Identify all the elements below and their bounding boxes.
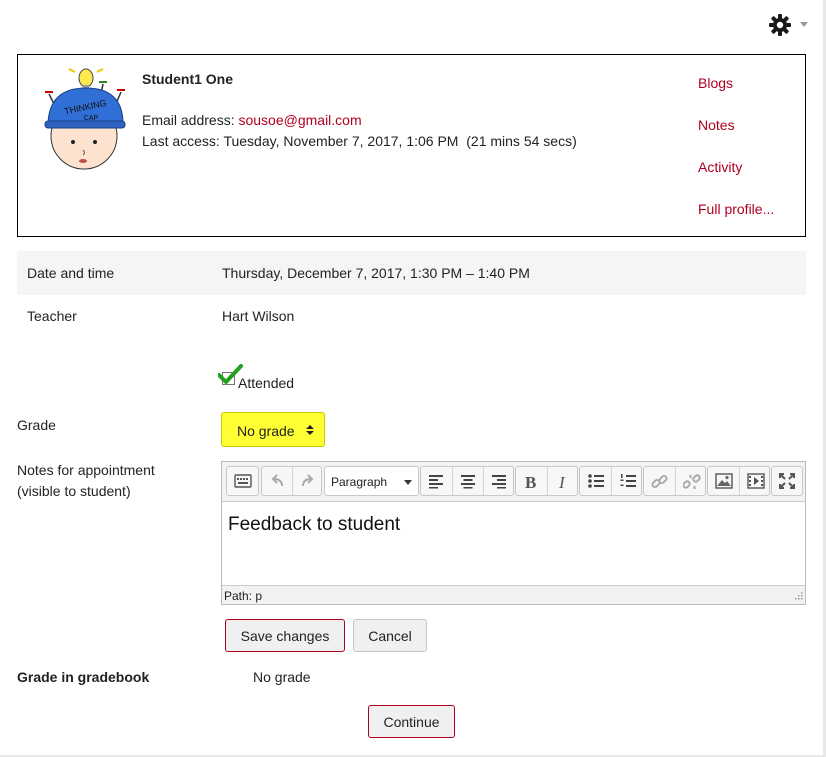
italic-button[interactable]: I [547,467,578,495]
insert-media-button[interactable] [739,467,770,495]
notes-editor: Paragraph B I Feedback to student Path: … [221,461,806,605]
student-name[interactable]: Student1 One [142,71,233,87]
bold-icon: B [525,473,536,491]
full-profile-link[interactable]: Full profile... [698,201,774,217]
align-left-icon [429,475,443,489]
editor-toolbar: Paragraph B I [222,462,805,502]
last-access-text: Last access: Tuesday, November 7, 2017, … [142,133,577,149]
editor-content[interactable]: Feedback to student [222,503,805,585]
toolbar-group-fullscreen [771,466,803,496]
editor-path-bar: Path: p [222,585,805,604]
redo-button[interactable] [292,467,323,495]
avatar: THINKING CAP [44,68,126,170]
toggle-toolbar-button[interactable] [227,467,258,495]
paragraph-format-value: Paragraph [331,475,388,489]
editor-path: Path: p [224,589,263,603]
gradebook-label: Grade in gradebook [17,669,150,685]
fullscreen-icon [779,473,795,489]
toolbar-group-lists [579,466,642,496]
attended-checkbox[interactable]: Attended [218,364,308,391]
unlink-icon [683,474,701,490]
undo-icon [271,474,283,487]
grade-select[interactable]: No grade [221,412,325,447]
grade-select-value: No grade [237,423,295,439]
align-center-icon [461,475,475,489]
bullet-list-button[interactable] [580,467,611,495]
image-icon [715,473,733,489]
gear-icon [769,14,791,36]
email-link[interactable]: sousoe@gmail.com [238,112,361,128]
date-time-value: Thursday, December 7, 2017, 1:30 PM – 1:… [222,265,530,281]
notes-link[interactable]: Notes [698,117,735,133]
align-right-button[interactable] [483,467,514,495]
undo-button[interactable] [262,467,293,495]
teacher-value: Hart Wilson [222,308,295,324]
toolbar-group-links [643,466,706,496]
toolbar-group-collapse [226,466,259,496]
toolbar-group-history [261,466,322,496]
italic-icon: I [558,473,566,491]
avatar-caption-sub: CAP [84,115,99,122]
keyboard-icon [234,474,252,488]
date-time-label: Date and time [27,265,115,281]
activity-link[interactable]: Activity [698,159,742,175]
resize-grip-icon[interactable] [792,591,803,602]
toolbar-group-align [420,466,514,496]
notes-label-line1: Notes for appointment [17,462,155,478]
notes-label-line2: (visible to student) [17,483,131,499]
email-label: Email address: [142,112,239,128]
fullscreen-button[interactable] [772,467,803,495]
attended-label: Attended [238,375,295,391]
select-arrows-icon [306,425,314,435]
settings-menu-button[interactable] [768,13,814,37]
save-changes-button[interactable]: Save changes [225,619,345,652]
link-button[interactable] [644,467,675,495]
teacher-label: Teacher [27,308,77,324]
gradebook-value: No grade [253,669,311,685]
align-right-icon [492,475,506,489]
cancel-button[interactable]: Cancel [353,619,427,652]
align-left-button[interactable] [421,467,452,495]
bullet-list-icon [588,474,604,488]
align-center-button[interactable] [452,467,483,495]
numbered-list-button[interactable] [611,467,642,495]
paragraph-format-select[interactable]: Paragraph [324,466,419,496]
link-icon [651,474,668,489]
grade-label: Grade [17,417,56,433]
media-icon [747,473,765,489]
notes-label: Notes for appointment (visible to studen… [17,460,155,502]
svg-text:B: B [525,473,536,491]
blogs-link[interactable]: Blogs [698,75,733,91]
chevron-down-icon [404,480,412,485]
chevron-down-icon [800,22,808,27]
unlink-button[interactable] [675,467,706,495]
numbered-list-icon [620,474,636,487]
toolbar-group-media [707,466,770,496]
bold-button[interactable]: B [516,467,547,495]
svg-text:I: I [558,473,566,491]
editor-text: Feedback to student [228,514,401,535]
date-time-row: Date and time Thursday, December 7, 2017… [17,251,806,295]
email-row: Email address: sousoe@gmail.com [142,112,362,128]
continue-button[interactable]: Continue [368,705,455,738]
teacher-row: Teacher Hart Wilson [17,294,806,338]
toolbar-group-style: B I [515,466,578,496]
user-profile-card: THINKING CAP Student1 One Email address:… [17,54,806,237]
redo-icon [302,474,314,487]
insert-image-button[interactable] [708,467,739,495]
